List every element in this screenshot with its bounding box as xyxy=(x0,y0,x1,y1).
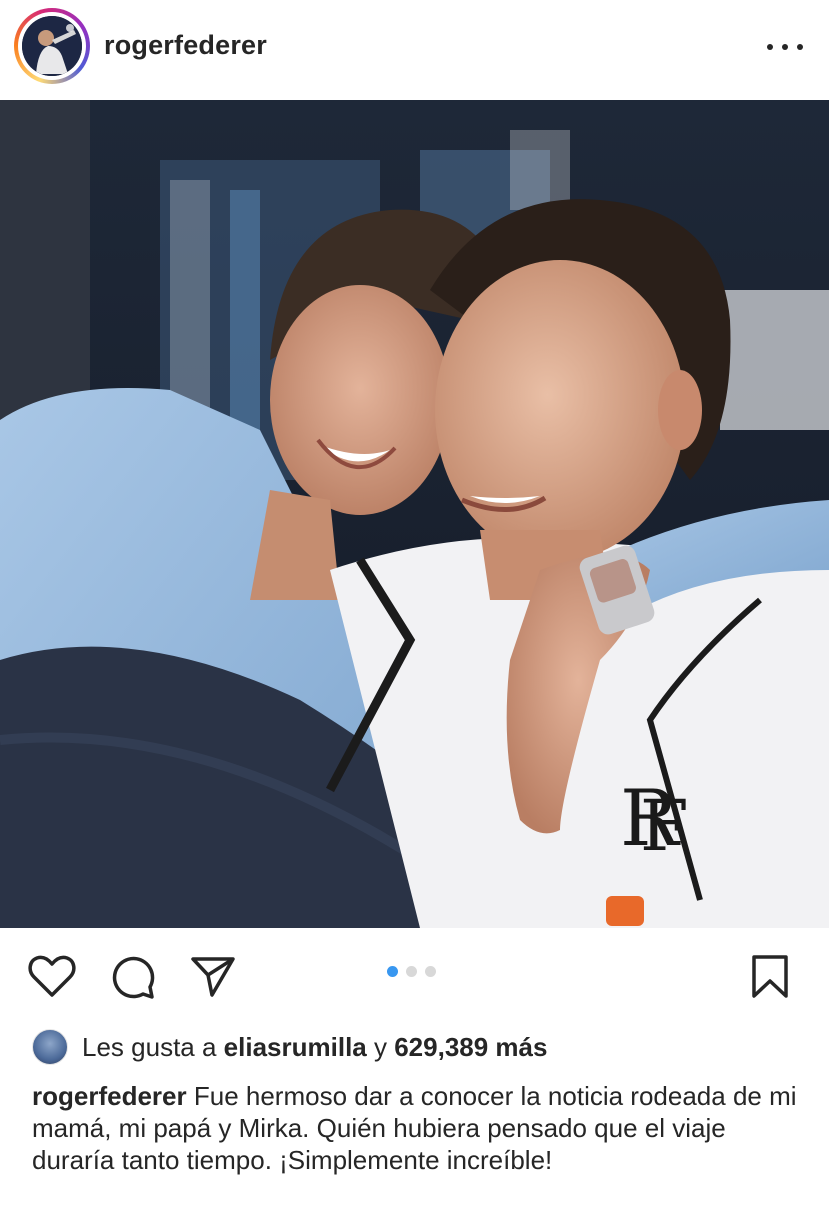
svg-text:F: F xyxy=(640,785,689,867)
avatar-image xyxy=(22,16,82,76)
avatar[interactable] xyxy=(22,16,82,76)
post-header: rogerfederer xyxy=(0,0,829,100)
post-photo[interactable]: R F xyxy=(0,100,829,928)
comment-button[interactable] xyxy=(110,954,156,1005)
carousel-dot xyxy=(406,966,417,977)
likes-count[interactable]: 629,389 más xyxy=(394,1032,547,1063)
liker-avatar[interactable] xyxy=(32,1029,68,1065)
likes-prefix: Les gusta a xyxy=(82,1031,217,1062)
save-button[interactable] xyxy=(750,954,790,1005)
carousel-indicator xyxy=(387,966,436,977)
carousel-dot xyxy=(425,966,436,977)
likes-connector: y xyxy=(373,1031,387,1062)
username[interactable]: rogerfederer xyxy=(104,30,267,61)
paper-plane-icon xyxy=(191,957,235,997)
liker-username[interactable]: eliasrumilla xyxy=(224,1032,367,1063)
like-button[interactable] xyxy=(28,954,76,1003)
post-caption: rogerfederer Fue hermoso dar a conocer l… xyxy=(32,1080,797,1176)
story-ring[interactable] xyxy=(14,8,90,84)
post-image: R F xyxy=(0,100,829,928)
carousel-dot-active xyxy=(387,966,398,977)
more-options-button[interactable] xyxy=(767,40,803,54)
bookmark-icon xyxy=(752,955,788,998)
more-dot xyxy=(797,44,803,50)
comment-icon xyxy=(112,956,155,999)
caption-username[interactable]: rogerfederer xyxy=(32,1081,187,1111)
more-dot xyxy=(767,44,773,50)
likes-line[interactable]: Les gusta a eliasrumilla y 629,389 más xyxy=(32,1028,547,1066)
more-dot xyxy=(782,44,788,50)
heart-icon xyxy=(28,955,76,997)
share-button[interactable] xyxy=(190,955,236,1004)
